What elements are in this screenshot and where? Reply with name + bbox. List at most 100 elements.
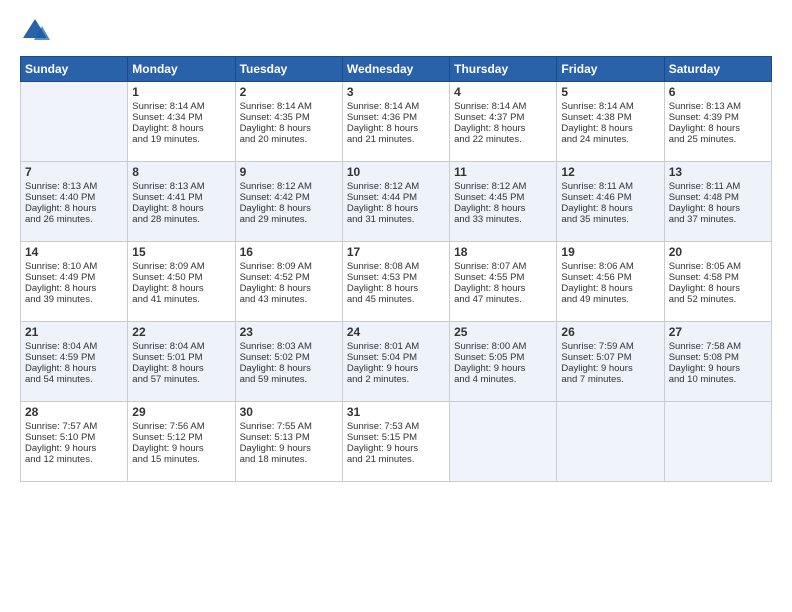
day-info: Sunset: 4:44 PM	[347, 192, 445, 203]
day-number: 17	[347, 245, 445, 259]
day-info: Sunset: 4:37 PM	[454, 112, 552, 123]
day-info: Sunset: 4:52 PM	[240, 272, 338, 283]
day-info: Sunrise: 8:05 AM	[669, 261, 767, 272]
day-number: 5	[561, 85, 659, 99]
day-info: and 24 minutes.	[561, 134, 659, 145]
day-info: Sunset: 4:50 PM	[132, 272, 230, 283]
day-info: and 37 minutes.	[669, 214, 767, 225]
day-info: Daylight: 8 hours	[669, 283, 767, 294]
day-number: 6	[669, 85, 767, 99]
calendar-cell: 29 Sunrise: 7:56 AMSunset: 5:12 PMDayligh…	[128, 402, 235, 482]
day-info: Sunrise: 8:14 AM	[454, 101, 552, 112]
day-info: Sunrise: 8:14 AM	[132, 101, 230, 112]
day-info: Sunrise: 7:53 AM	[347, 421, 445, 432]
day-info: Daylight: 9 hours	[132, 443, 230, 454]
day-number: 20	[669, 245, 767, 259]
day-info: Daylight: 9 hours	[25, 443, 123, 454]
day-info: Sunrise: 8:10 AM	[25, 261, 123, 272]
day-info: Daylight: 8 hours	[25, 283, 123, 294]
calendar-cell: 5Sunrise: 8:14 AMSunset: 4:38 PMDaylight…	[557, 82, 664, 162]
day-info: and 47 minutes.	[454, 294, 552, 305]
day-info: Sunrise: 8:14 AM	[561, 101, 659, 112]
day-number: 23	[240, 325, 338, 339]
day-info: Daylight: 8 hours	[561, 203, 659, 214]
day-info: and 59 minutes.	[240, 374, 338, 385]
day-info: and 21 minutes.	[347, 454, 445, 465]
header-cell-friday: Friday	[557, 57, 664, 82]
day-info: and 18 minutes.	[240, 454, 338, 465]
day-number: 26	[561, 325, 659, 339]
day-info: and 2 minutes.	[347, 374, 445, 385]
day-number: 9	[240, 165, 338, 179]
day-info: Sunset: 4:34 PM	[132, 112, 230, 123]
header-row: SundayMondayTuesdayWednesdayThursdayFrid…	[21, 57, 772, 82]
day-info: and 12 minutes.	[25, 454, 123, 465]
day-info: Daylight: 8 hours	[454, 283, 552, 294]
day-info: Sunrise: 8:11 AM	[561, 181, 659, 192]
day-info: Daylight: 8 hours	[347, 123, 445, 134]
calendar-cell: 13Sunrise: 8:11 AMSunset: 4:48 PMDayligh…	[664, 162, 771, 242]
week-row-4: 21Sunrise: 8:04 AMSunset: 4:59 PMDayligh…	[21, 322, 772, 402]
day-info: Daylight: 8 hours	[454, 123, 552, 134]
day-info: Sunrise: 7:56 AM	[132, 421, 230, 432]
day-info: and 28 minutes.	[132, 214, 230, 225]
calendar-cell: 18Sunrise: 8:07 AMSunset: 4:55 PMDayligh…	[450, 242, 557, 322]
day-number: 29	[132, 405, 230, 419]
day-info: and 52 minutes.	[669, 294, 767, 305]
calendar-cell: 17Sunrise: 8:08 AMSunset: 4:53 PMDayligh…	[342, 242, 449, 322]
day-number: 31	[347, 405, 445, 419]
calendar-cell: 2Sunrise: 8:14 AMSunset: 4:35 PMDaylight…	[235, 82, 342, 162]
day-info: Sunrise: 8:04 AM	[132, 341, 230, 352]
day-info: Sunrise: 8:09 AM	[132, 261, 230, 272]
day-info: Sunrise: 8:04 AM	[25, 341, 123, 352]
day-number: 24	[347, 325, 445, 339]
day-info: Daylight: 8 hours	[25, 363, 123, 374]
day-info: Sunset: 4:55 PM	[454, 272, 552, 283]
day-info: Sunset: 5:10 PM	[25, 432, 123, 443]
day-info: and 35 minutes.	[561, 214, 659, 225]
day-number: 21	[25, 325, 123, 339]
week-row-3: 14Sunrise: 8:10 AMSunset: 4:49 PMDayligh…	[21, 242, 772, 322]
day-info: and 33 minutes.	[454, 214, 552, 225]
day-info: Sunset: 4:59 PM	[25, 352, 123, 363]
calendar-cell: 4Sunrise: 8:14 AMSunset: 4:37 PMDaylight…	[450, 82, 557, 162]
day-info: Sunrise: 8:08 AM	[347, 261, 445, 272]
day-number: 8	[132, 165, 230, 179]
calendar-cell: 30Sunrise: 7:55 AMSunset: 5:13 PMDayligh…	[235, 402, 342, 482]
day-info: Daylight: 9 hours	[240, 443, 338, 454]
day-info: and 45 minutes.	[347, 294, 445, 305]
day-number: 1	[132, 85, 230, 99]
day-info: Sunrise: 8:09 AM	[240, 261, 338, 272]
calendar-cell: 19Sunrise: 8:06 AMSunset: 4:56 PMDayligh…	[557, 242, 664, 322]
day-number: 11	[454, 165, 552, 179]
day-info: and 4 minutes.	[454, 374, 552, 385]
day-info: and 39 minutes.	[25, 294, 123, 305]
day-number: 2	[240, 85, 338, 99]
calendar-cell: 23Sunrise: 8:03 AMSunset: 5:02 PMDayligh…	[235, 322, 342, 402]
day-info: Sunset: 5:08 PM	[669, 352, 767, 363]
calendar-cell: 25Sunrise: 8:00 AMSunset: 5:05 PMDayligh…	[450, 322, 557, 402]
calendar-cell: 11Sunrise: 8:12 AMSunset: 4:45 PMDayligh…	[450, 162, 557, 242]
day-info: Sunset: 5:13 PM	[240, 432, 338, 443]
day-number: 28	[25, 405, 123, 419]
calendar-body: 1Sunrise: 8:14 AMSunset: 4:34 PMDaylight…	[21, 82, 772, 482]
page: SundayMondayTuesdayWednesdayThursdayFrid…	[0, 0, 792, 612]
day-number: 19	[561, 245, 659, 259]
day-info: Sunset: 5:12 PM	[132, 432, 230, 443]
day-info: Daylight: 9 hours	[347, 443, 445, 454]
day-info: Daylight: 8 hours	[240, 363, 338, 374]
calendar-cell: 24Sunrise: 8:01 AMSunset: 5:04 PMDayligh…	[342, 322, 449, 402]
calendar-cell: 28Sunrise: 7:57 AMSunset: 5:10 PMDayligh…	[21, 402, 128, 482]
calendar-cell: 8Sunrise: 8:13 AMSunset: 4:41 PMDaylight…	[128, 162, 235, 242]
calendar-cell: 21 Sunrise: 8:04 AMSunset: 4:59 PMDayligh…	[21, 322, 128, 402]
day-info: Sunrise: 7:58 AM	[669, 341, 767, 352]
day-info: Sunrise: 8:00 AM	[454, 341, 552, 352]
day-number: 14	[25, 245, 123, 259]
day-info: Sunset: 4:40 PM	[25, 192, 123, 203]
day-info: and 26 minutes.	[25, 214, 123, 225]
day-info: Sunset: 4:42 PM	[240, 192, 338, 203]
day-info: Sunset: 5:01 PM	[132, 352, 230, 363]
day-info: and 57 minutes.	[132, 374, 230, 385]
day-info: Sunset: 4:36 PM	[347, 112, 445, 123]
day-info: and 41 minutes.	[132, 294, 230, 305]
